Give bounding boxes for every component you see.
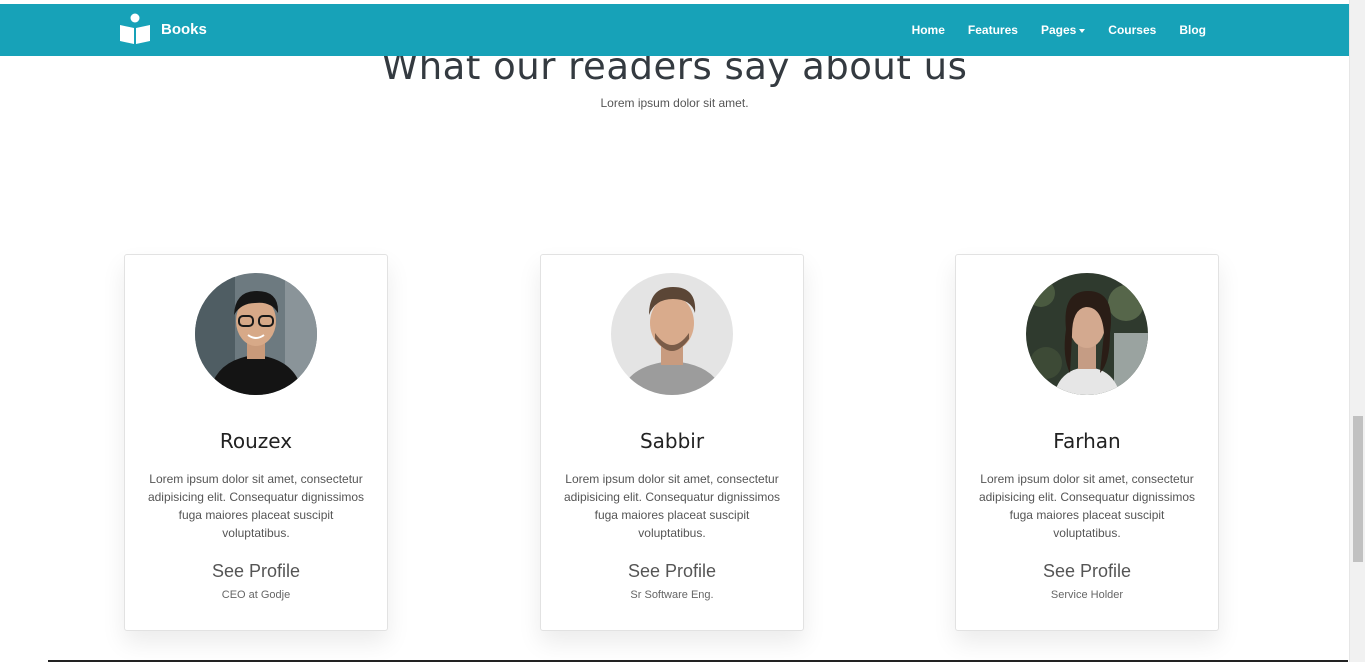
nav-blog[interactable]: Blog	[1179, 23, 1206, 37]
book-reader-icon	[120, 13, 150, 44]
nav-pages-label: Pages	[1040, 23, 1077, 37]
testimonial-card: Sabbir Lorem ipsum dolor sit amet, conse…	[540, 254, 804, 631]
testimonial-card: Farhan Lorem ipsum dolor sit amet, conse…	[955, 254, 1219, 631]
avatar-photo	[1026, 273, 1148, 395]
avatar-photo	[195, 273, 317, 395]
brand-link[interactable]: Books	[119, 13, 207, 45]
card-text: Lorem ipsum dolor sit amet, consectetur …	[563, 472, 781, 540]
navbar: Books Home Features Pages Courses Blog	[0, 4, 1349, 56]
nav-pages-dropdown[interactable]: Pages	[1040, 23, 1086, 37]
card-name: Rouzex	[219, 429, 293, 453]
nav-links: Home Features Pages Courses Blog	[889, 4, 1206, 56]
card-role: Service Holder	[1050, 589, 1124, 601]
nav-home[interactable]: Home	[912, 23, 945, 37]
scrollbar-thumb[interactable]	[1353, 416, 1363, 562]
see-profile-link[interactable]: See Profile	[956, 561, 1218, 582]
avatar	[195, 273, 317, 395]
nav-features[interactable]: Features	[968, 23, 1018, 37]
brand-text: Books	[161, 20, 207, 38]
nav-courses[interactable]: Courses	[1108, 23, 1156, 37]
caret-down-icon	[1079, 28, 1086, 33]
card-text: Lorem ipsum dolor sit amet, consectetur …	[147, 472, 365, 540]
card-name: Sabbir	[639, 429, 705, 453]
card-role: Sr Software Eng.	[630, 589, 714, 601]
see-profile-link[interactable]: See Profile	[125, 561, 387, 582]
card-role: CEO at Godje	[221, 589, 291, 601]
see-profile-link[interactable]: See Profile	[541, 561, 803, 582]
testimonial-card: Rouzex Lorem ipsum dolor sit amet, conse…	[124, 254, 388, 631]
vertical-scrollbar[interactable]	[1349, 0, 1365, 662]
card-name: Farhan	[1053, 429, 1121, 453]
avatar	[611, 273, 733, 395]
avatar-photo	[611, 273, 733, 395]
section-subtitle: Lorem ipsum dolor sit amet.	[600, 96, 749, 110]
avatar	[1026, 273, 1148, 395]
card-text: Lorem ipsum dolor sit amet, consectetur …	[978, 472, 1196, 540]
